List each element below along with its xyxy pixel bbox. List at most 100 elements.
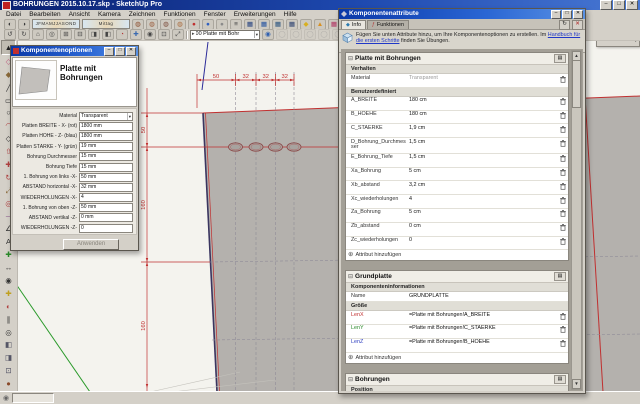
close-button[interactable]: ✕ <box>126 47 136 56</box>
zoom-icon[interactable]: ◉ <box>144 29 156 40</box>
alert-icon[interactable]: ▲ <box>314 19 326 30</box>
attribute-row[interactable]: Zb_abstand0 cm <box>346 223 568 237</box>
delete-attribute-icon[interactable] <box>558 224 566 234</box>
attribute-row[interactable]: NameGRUNDPLATTE <box>346 292 568 302</box>
disabled-tool-icon-2[interactable]: ◯ <box>290 29 302 40</box>
value-input[interactable]: 50 mm <box>79 173 133 182</box>
delete-attribute-icon[interactable] <box>558 326 566 336</box>
scroll-down-arrow[interactable]: ▼ <box>572 379 581 389</box>
dimension-tool-icon[interactable]: ↔ <box>2 261 15 274</box>
attribute-row[interactable]: C_STAERKE1,9 cm <box>346 124 568 138</box>
close-button[interactable]: ✕ <box>573 10 583 19</box>
attribute-value[interactable]: =Platte mit Bohrungen!C_STAERKE <box>409 326 556 336</box>
attribute-row[interactable]: LenZ=Platte mit Bohrungen!B_HOEHE <box>346 339 568 353</box>
value-input[interactable]: 15 mm <box>79 152 133 161</box>
delete-attribute-icon[interactable] <box>558 98 566 108</box>
attribute-row[interactable]: Xa_Bohrung5 cm <box>346 168 568 182</box>
delete-attribute-icon[interactable] <box>558 155 566 165</box>
value-input[interactable]: 4 <box>79 193 133 202</box>
menu-item-funktionen[interactable]: Funktionen <box>159 10 199 19</box>
attribute-value[interactable]: 0 cm <box>409 224 556 234</box>
collapse-icon[interactable]: ⊟ <box>348 273 353 280</box>
close-button[interactable]: ✕ <box>626 0 638 10</box>
minimize-button[interactable]: – <box>104 47 114 56</box>
menu-item-fenster[interactable]: Fenster <box>200 10 230 19</box>
attribute-value[interactable]: 180 cm <box>409 112 556 122</box>
component-options-icon[interactable]: ◉ <box>262 29 274 40</box>
delete-attribute-icon[interactable] <box>558 313 566 323</box>
scroll-thumb[interactable] <box>572 60 581 108</box>
attribute-row[interactable]: D_Bohrung_Durchmesser1,5 cm <box>346 138 568 154</box>
orbit-tool-icon[interactable]: ◐ <box>2 300 15 313</box>
delete-attribute-icon[interactable] <box>558 76 566 86</box>
attribute-row[interactable]: Xb_abstand3,2 cm <box>346 181 568 195</box>
menu-item-zeichnen[interactable]: Zeichnen <box>125 10 160 19</box>
sphere-red-icon[interactable]: ● <box>188 19 200 30</box>
attribute-value[interactable]: 1,5 cm <box>409 155 556 165</box>
attribute-value[interactable]: =Platte mit Bohrungen!B_HOEHE <box>409 340 556 350</box>
value-input[interactable]: 15 mm <box>79 163 133 172</box>
orbit-icon[interactable]: ◔ <box>116 29 128 40</box>
panel-detach-button[interactable]: ▤ <box>554 54 566 63</box>
delete-attribute-icon[interactable] <box>558 126 566 136</box>
minimize-button[interactable]: – <box>600 0 612 10</box>
attribute-row[interactable]: A_BREITE180 cm <box>346 97 568 111</box>
attribute-value[interactable]: 0 <box>409 238 556 248</box>
photo-match-icon[interactable]: ◍ <box>174 19 186 30</box>
panel-header[interactable]: ⊟Grundplatte▤ <box>346 271 568 283</box>
delete-attribute-icon[interactable] <box>558 340 566 350</box>
measurement-box[interactable] <box>12 393 54 403</box>
zoom-extents-icon[interactable]: ⤢ <box>172 29 184 40</box>
time-slider[interactable]: Mittag <box>82 19 130 29</box>
cube-view-icon-1[interactable]: ◧ <box>2 338 15 351</box>
component-selector-combo[interactable]: ▸00 Platte mit Bohr▾ <box>190 30 260 40</box>
pan-icon[interactable]: ✚ <box>130 29 142 40</box>
menu-item-hilfe[interactable]: Hilfe <box>280 10 301 19</box>
options-dialog-titlebar[interactable]: Komponentenoptionen –□✕ <box>11 46 138 56</box>
disabled-tool-icon-3[interactable]: ◯ <box>304 29 316 40</box>
maximize-button[interactable]: □ <box>562 10 572 19</box>
pan-tool-icon[interactable]: ✚ <box>2 287 15 300</box>
add-attribute-button[interactable]: ⊕Attribut hinzufügen <box>346 353 568 363</box>
attribute-value[interactable]: 3,2 cm <box>409 183 556 193</box>
geolocation-icon[interactable]: ◉ <box>3 394 9 402</box>
sphere-gray-icon[interactable]: ● <box>216 19 228 30</box>
delete-attribute-icon[interactable] <box>558 112 566 122</box>
panel-detach-button[interactable]: ▤ <box>554 272 566 281</box>
attribute-value[interactable]: 1,9 cm <box>409 126 556 136</box>
cube-view-icon-2[interactable]: ◨ <box>2 351 15 364</box>
attribute-value[interactable]: GRUNDPLATTE <box>409 294 566 300</box>
panel-header[interactable]: ⊟Platte mit Bohrungen▤ <box>346 53 568 65</box>
value-input[interactable]: 1800 mm <box>79 122 133 131</box>
front-view-icon[interactable]: ⊟ <box>74 29 86 40</box>
disabled-tool-icon-1[interactable]: ◯ <box>276 29 288 40</box>
shadows-icon[interactable]: ● <box>2 377 15 390</box>
cube-view-icon-3[interactable]: ⊡ <box>2 364 15 377</box>
right-view-icon[interactable]: ◨ <box>88 29 100 40</box>
redo-icon[interactable]: ↻ <box>18 29 30 40</box>
attribute-row[interactable]: Zc_wiederholungen0 <box>346 237 568 251</box>
fog-icon[interactable]: ◍ <box>146 19 158 30</box>
delete-attribute-icon[interactable] <box>558 197 566 207</box>
attribute-value[interactable]: 5 cm <box>409 210 556 220</box>
attribute-row[interactable]: LenY=Platte mit Bohrungen!C_STAERKE <box>346 325 568 339</box>
chevron-down-icon[interactable]: ▾ <box>127 113 131 120</box>
value-input[interactable]: 32 mm <box>79 183 133 192</box>
value-input[interactable]: 50 mm <box>79 203 133 212</box>
menu-item-erweiterungen[interactable]: Erweiterungen <box>230 10 280 19</box>
collapse-icon[interactable]: ⊟ <box>348 376 353 383</box>
delete-attribute-icon[interactable] <box>558 183 566 193</box>
undo-icon[interactable]: ↺ <box>4 29 16 40</box>
menu-item-datei[interactable]: Datei <box>2 10 25 19</box>
delete-attribute-icon[interactable] <box>558 169 566 179</box>
chevron-down-icon[interactable]: ▾ <box>254 31 258 38</box>
value-input[interactable]: 0 <box>79 224 133 233</box>
style-panel-icon-2[interactable]: ▦ <box>258 19 270 30</box>
delete-attribute-icon[interactable] <box>558 210 566 220</box>
zoom-window-icon[interactable]: ⊡ <box>158 29 170 40</box>
attribute-value[interactable]: 1,5 cm <box>409 140 556 152</box>
style-warning-icon[interactable]: ◆ <box>300 19 312 30</box>
shadow-toggle-icon[interactable]: ◑ <box>18 19 30 30</box>
attribute-row[interactable]: B_HOEHE180 cm <box>346 111 568 125</box>
top-view-icon[interactable]: ⊞ <box>60 29 72 40</box>
